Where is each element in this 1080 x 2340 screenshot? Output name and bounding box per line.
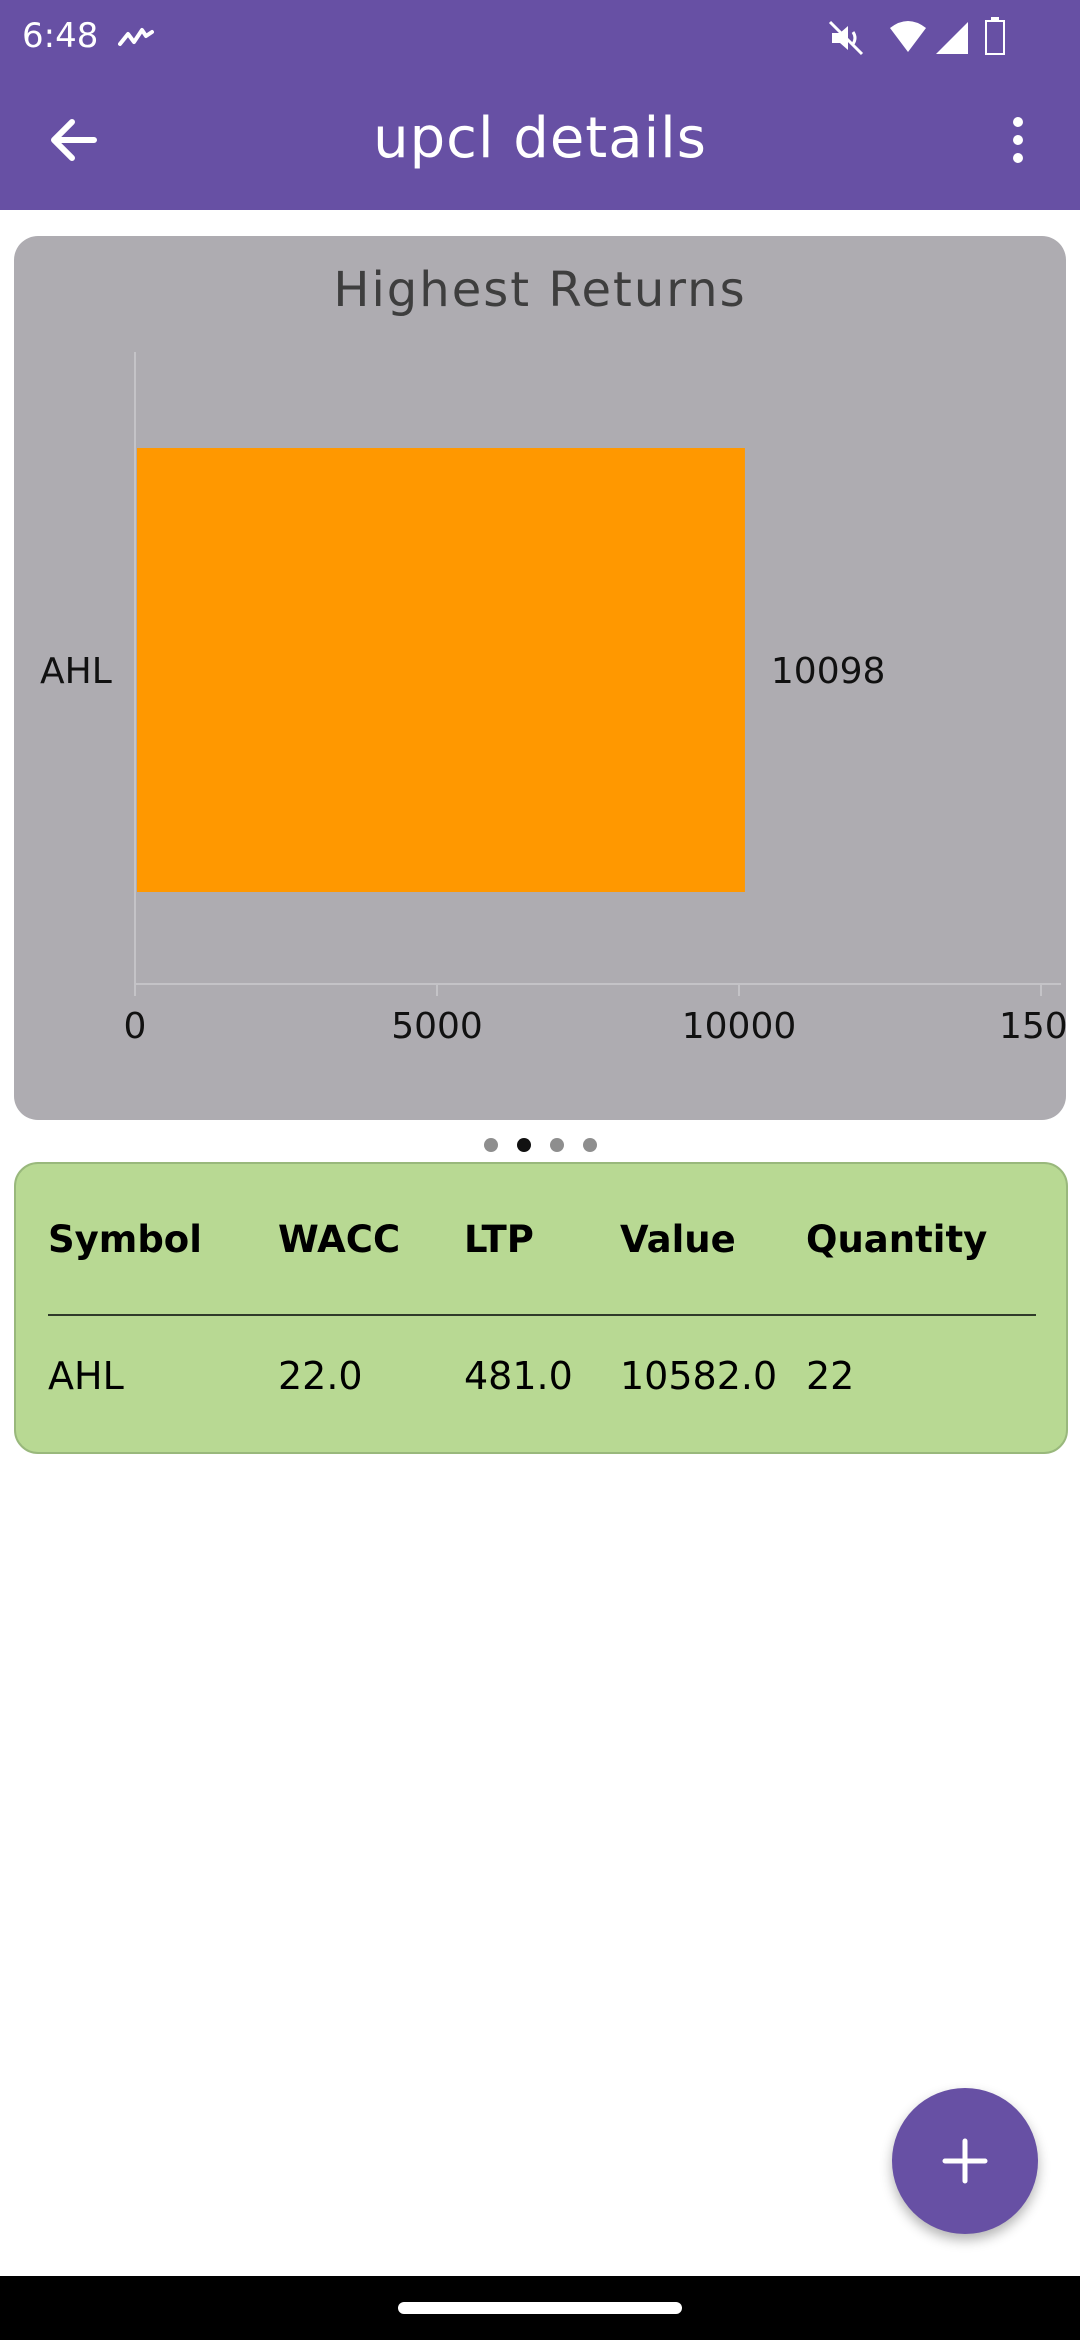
table-cell: 481.0 bbox=[464, 1354, 573, 1398]
more-vert-icon[interactable] bbox=[994, 110, 1042, 170]
wifi-icon bbox=[890, 21, 926, 52]
signal-icon bbox=[936, 22, 968, 54]
page-title: upcl details bbox=[373, 106, 707, 171]
plus-icon bbox=[942, 2138, 988, 2184]
activity-icon bbox=[118, 28, 154, 46]
table-cell: 10582.0 bbox=[620, 1354, 778, 1398]
status-bar: 6:48 bbox=[0, 0, 1080, 76]
page-indicator[interactable] bbox=[0, 1138, 1080, 1154]
app-bar: upcl details bbox=[0, 76, 1080, 210]
home-handle[interactable] bbox=[398, 2302, 682, 2314]
x-tick-label: 0 bbox=[124, 1006, 147, 1047]
page-dot[interactable] bbox=[583, 1138, 597, 1152]
column-header: Quantity bbox=[806, 1218, 988, 1261]
x-tick-label: 1500 bbox=[999, 1006, 1066, 1047]
page-dot[interactable] bbox=[517, 1138, 531, 1152]
page-dot[interactable] bbox=[484, 1138, 498, 1152]
bar-ahl bbox=[137, 448, 745, 892]
column-header: Value bbox=[620, 1218, 736, 1261]
column-header: LTP bbox=[464, 1218, 534, 1261]
table-divider bbox=[48, 1314, 1036, 1316]
mute-icon bbox=[828, 20, 864, 56]
column-header: WACC bbox=[278, 1218, 401, 1261]
x-tick-label: 10000 bbox=[682, 1006, 797, 1047]
table-cell: 22 bbox=[806, 1354, 855, 1398]
chart-card[interactable]: Highest Returns AHL1009805000100001500 bbox=[14, 236, 1066, 1120]
bar-chart: AHL 10098 0 5000 10000 1500 bbox=[40, 352, 1066, 1047]
table-cell: 22.0 bbox=[278, 1354, 363, 1398]
x-tick-label: 5000 bbox=[391, 1006, 483, 1047]
column-header: Symbol bbox=[48, 1218, 202, 1261]
table-cell: AHL bbox=[48, 1354, 124, 1398]
status-time: 6:48 bbox=[22, 16, 99, 56]
add-button[interactable] bbox=[892, 2088, 1038, 2234]
category-label: AHL bbox=[40, 651, 112, 692]
data-label: 10098 bbox=[771, 651, 886, 692]
navigation-bar bbox=[0, 2276, 1080, 2340]
battery-icon bbox=[985, 17, 1005, 55]
holdings-table: Symbol WACC LTP Value Quantity AHL 22.0 481.0 10… bbox=[14, 1162, 1068, 1454]
page-dot[interactable] bbox=[550, 1138, 564, 1152]
